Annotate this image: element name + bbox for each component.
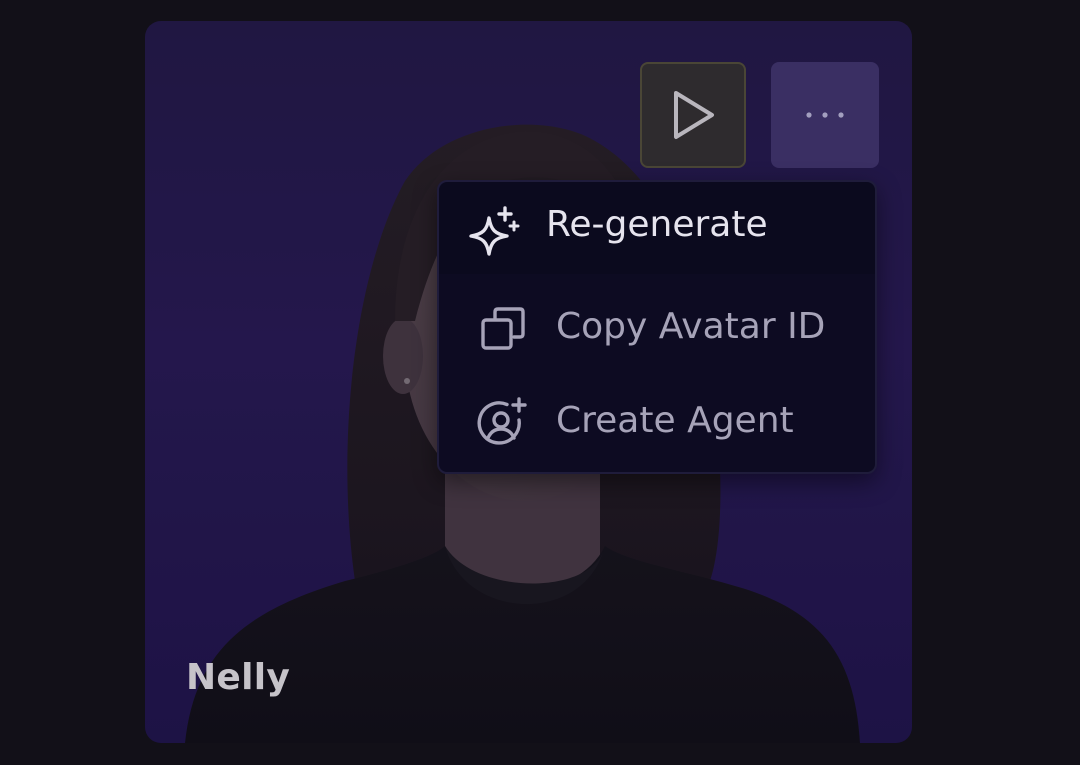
menu-item-copy-avatar-id[interactable]: Copy Avatar ID — [439, 284, 875, 376]
more-options-button[interactable] — [771, 62, 879, 168]
menu-item-label: Re-generate — [546, 204, 768, 245]
play-icon — [674, 91, 714, 139]
avatar-context-menu: Re-generate Copy Avatar ID Create Agent — [437, 180, 877, 474]
menu-item-create-agent[interactable]: Create Agent — [439, 378, 875, 470]
more-horizontal-icon — [806, 112, 844, 118]
avatar-name: Nelly — [186, 657, 291, 698]
menu-item-label: Copy Avatar ID — [556, 306, 826, 347]
user-plus-circle-icon — [475, 396, 531, 452]
menu-item-label: Create Agent — [556, 400, 794, 441]
sparkles-icon — [463, 204, 523, 262]
play-button[interactable] — [640, 62, 746, 168]
avatar-gallery: Nelly Re-generate Copy Avatar ID Create … — [0, 0, 1080, 765]
copy-icon — [479, 304, 529, 354]
menu-item-regenerate[interactable]: Re-generate — [439, 182, 875, 274]
